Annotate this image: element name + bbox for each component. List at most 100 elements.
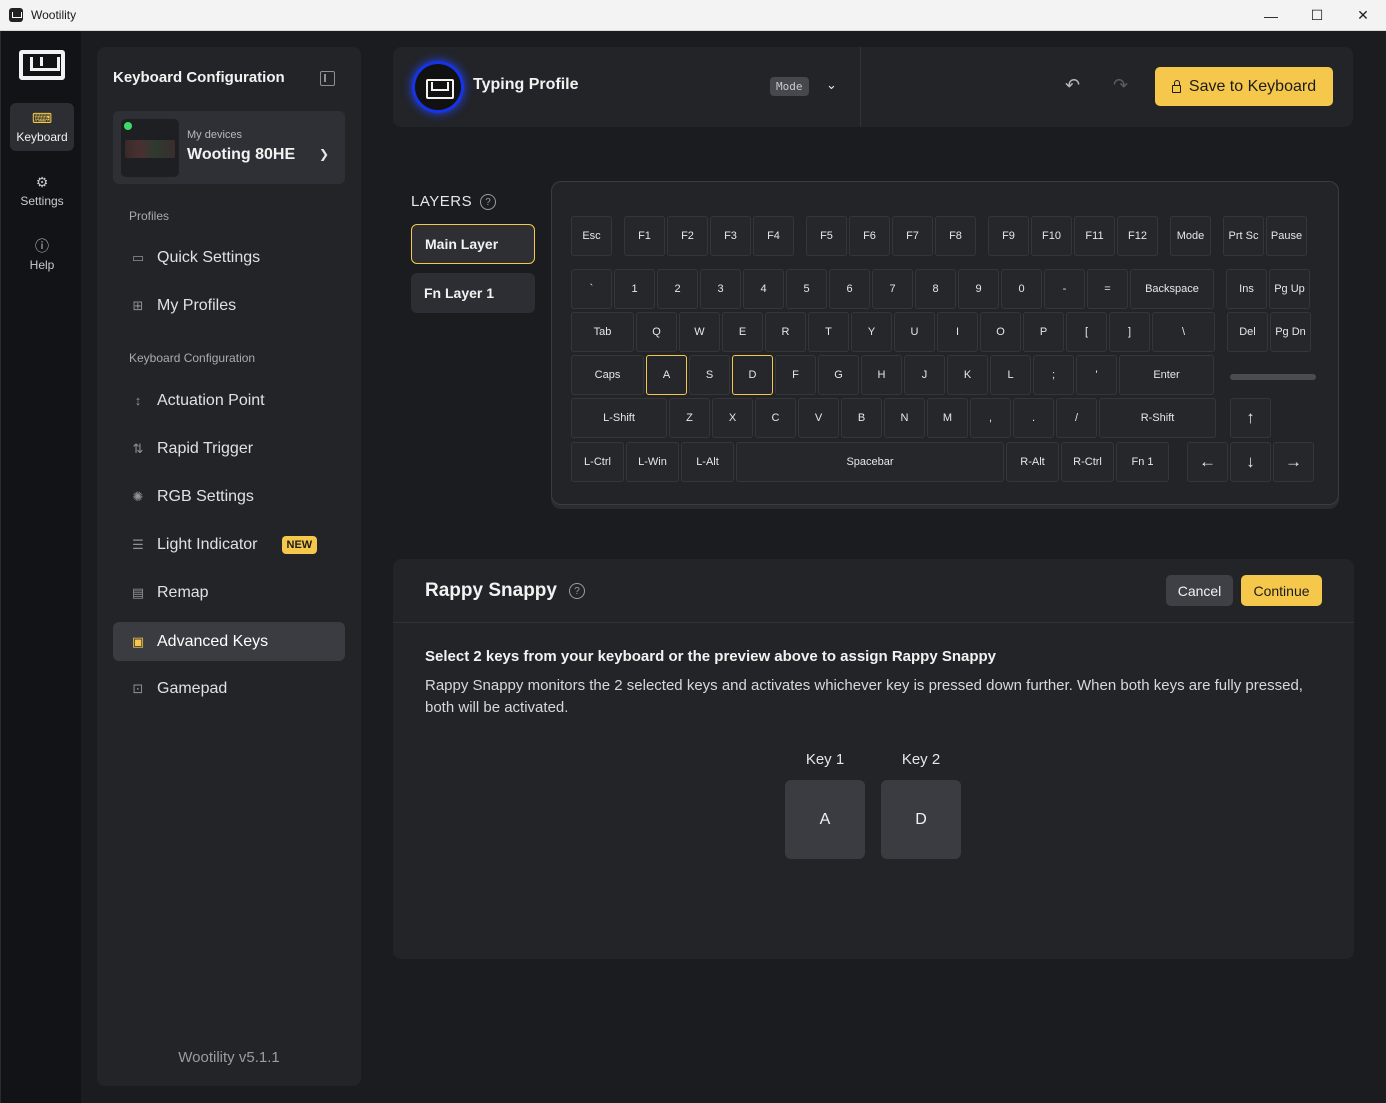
key-backspace[interactable]: Backspace	[1130, 269, 1214, 309]
key-del[interactable]: Del	[1227, 312, 1268, 352]
key-e[interactable]: E	[722, 312, 763, 352]
key-8[interactable]: 8	[915, 269, 956, 309]
key-v[interactable]: V	[798, 398, 839, 438]
key-enter[interactable]: Enter	[1119, 355, 1214, 395]
key-pg-dn[interactable]: Pg Dn	[1270, 312, 1311, 352]
key-[interactable]: ;	[1033, 355, 1074, 395]
save-to-keyboard-button[interactable]: Save to Keyboard	[1155, 67, 1333, 106]
key-k[interactable]: K	[947, 355, 988, 395]
key-r-shift[interactable]: R-Shift	[1099, 398, 1216, 438]
sidebar-item-advanced-keys[interactable]: ▣ Advanced Keys	[113, 622, 345, 661]
minimize-button[interactable]: —	[1248, 0, 1294, 31]
profile-name[interactable]: Typing Profile	[473, 76, 578, 94]
key-z[interactable]: Z	[669, 398, 710, 438]
key-[interactable]: '	[1076, 355, 1117, 395]
maximize-button[interactable]: ☐	[1294, 0, 1340, 31]
sidebar-item-rapid-trigger[interactable]: ⇅ Rapid Trigger	[113, 429, 345, 468]
key-3[interactable]: 3	[700, 269, 741, 309]
key-l-win[interactable]: L-Win	[626, 442, 679, 482]
key-2[interactable]: 2	[657, 269, 698, 309]
key-5[interactable]: 5	[786, 269, 827, 309]
rail-item-settings[interactable]: ⚙ Settings	[10, 167, 74, 215]
key2-slot[interactable]: D	[881, 780, 961, 859]
key-ins[interactable]: Ins	[1226, 269, 1267, 309]
key-6[interactable]: 6	[829, 269, 870, 309]
key-4[interactable]: 4	[743, 269, 784, 309]
key-pause[interactable]: Pause	[1266, 216, 1307, 256]
sidebar-item-gamepad[interactable]: ⊡ Gamepad	[113, 669, 345, 708]
key-f4[interactable]: F4	[753, 216, 794, 256]
key-o[interactable]: O	[980, 312, 1021, 352]
key-→[interactable]: →	[1273, 442, 1314, 482]
key-caps[interactable]: Caps	[571, 355, 644, 395]
sidebar-item-remap[interactable]: ▤ Remap	[113, 573, 345, 612]
sidebar-item-quick-settings[interactable]: ▭ Quick Settings	[113, 238, 345, 277]
redo-icon[interactable]: ↷	[1113, 75, 1128, 96]
key-j[interactable]: J	[904, 355, 945, 395]
key-m[interactable]: M	[927, 398, 968, 438]
key-[interactable]: \	[1152, 312, 1215, 352]
key-u[interactable]: U	[894, 312, 935, 352]
sidebar-item-my-profiles[interactable]: ⊞ My Profiles	[113, 286, 345, 325]
key1-slot[interactable]: A	[785, 780, 865, 859]
key-l-shift[interactable]: L-Shift	[571, 398, 667, 438]
chevron-down-icon[interactable]: ⌄	[826, 77, 837, 93]
rail-item-keyboard[interactable]: ⌨ Keyboard	[10, 103, 74, 151]
sidebar-item-rgb-settings[interactable]: ✺ RGB Settings	[113, 477, 345, 516]
key-a[interactable]: A	[646, 355, 687, 395]
key-d[interactable]: D	[732, 355, 773, 395]
key-1[interactable]: 1	[614, 269, 655, 309]
key-[interactable]: ,	[970, 398, 1011, 438]
key-7[interactable]: 7	[872, 269, 913, 309]
key-w[interactable]: W	[679, 312, 720, 352]
collapse-sidebar-icon[interactable]	[320, 71, 335, 86]
key-[interactable]: [	[1066, 312, 1107, 352]
cancel-button[interactable]: Cancel	[1166, 575, 1233, 606]
rail-item-help[interactable]: ⓘ Help	[10, 231, 74, 279]
sidebar-item-light-indicator[interactable]: ☰ Light Indicator NEW	[113, 525, 345, 564]
layer-fn-1[interactable]: Fn Layer 1	[411, 273, 535, 313]
key-f12[interactable]: F12	[1117, 216, 1158, 256]
key-f9[interactable]: F9	[988, 216, 1029, 256]
profile-avatar-icon[interactable]	[415, 64, 461, 110]
key-[interactable]: ]	[1109, 312, 1150, 352]
key-mode[interactable]: Mode	[1170, 216, 1211, 256]
key-r-alt[interactable]: R-Alt	[1006, 442, 1059, 482]
key-esc[interactable]: Esc	[571, 216, 612, 256]
key-[interactable]: /	[1056, 398, 1097, 438]
key-c[interactable]: C	[755, 398, 796, 438]
key-prt-sc[interactable]: Prt Sc	[1223, 216, 1264, 256]
key-tab[interactable]: Tab	[571, 312, 634, 352]
key-b[interactable]: B	[841, 398, 882, 438]
key-q[interactable]: Q	[636, 312, 677, 352]
key-f2[interactable]: F2	[667, 216, 708, 256]
key-r-ctrl[interactable]: R-Ctrl	[1061, 442, 1114, 482]
key-f6[interactable]: F6	[849, 216, 890, 256]
key-f1[interactable]: F1	[624, 216, 665, 256]
key-pg-up[interactable]: Pg Up	[1269, 269, 1310, 309]
device-selector[interactable]: My devices Wooting 80HE ❯	[113, 111, 345, 184]
key-l-alt[interactable]: L-Alt	[681, 442, 734, 482]
key-f3[interactable]: F3	[710, 216, 751, 256]
key-f8[interactable]: F8	[935, 216, 976, 256]
help-icon[interactable]: ?	[569, 583, 585, 599]
key-↑[interactable]: ↑	[1230, 398, 1271, 438]
key-s[interactable]: S	[689, 355, 730, 395]
key-[interactable]: `	[571, 269, 612, 309]
key-l-ctrl[interactable]: L-Ctrl	[571, 442, 624, 482]
key-←[interactable]: ←	[1187, 442, 1228, 482]
layer-main[interactable]: Main Layer	[411, 224, 535, 264]
key-9[interactable]: 9	[958, 269, 999, 309]
key-h[interactable]: H	[861, 355, 902, 395]
key-t[interactable]: T	[808, 312, 849, 352]
key-y[interactable]: Y	[851, 312, 892, 352]
key-[interactable]: .	[1013, 398, 1054, 438]
undo-icon[interactable]: ↶	[1065, 75, 1080, 96]
key-fn-1[interactable]: Fn 1	[1116, 442, 1169, 482]
key-[interactable]: -	[1044, 269, 1085, 309]
key-l[interactable]: L	[990, 355, 1031, 395]
key-spacebar[interactable]: Spacebar	[736, 442, 1004, 482]
key-f7[interactable]: F7	[892, 216, 933, 256]
key-p[interactable]: P	[1023, 312, 1064, 352]
key-f[interactable]: F	[775, 355, 816, 395]
